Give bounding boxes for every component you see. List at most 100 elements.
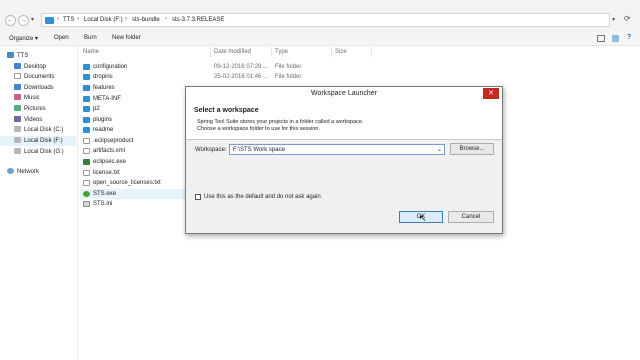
file-type: File folder — [275, 64, 302, 70]
breadcrumb-separator: › — [165, 16, 167, 22]
xml-file-icon — [83, 148, 90, 154]
network-icon — [7, 168, 14, 174]
forward-icon[interactable]: → — [18, 15, 29, 26]
file-name: readme — [93, 127, 114, 133]
help-icon[interactable]: ? — [627, 34, 631, 41]
file-date: 09-12-2016 07:29 ... — [214, 64, 269, 70]
breadcrumb-sts-bundle[interactable]: sts-bundle — [132, 17, 160, 23]
column-divider[interactable] — [371, 47, 372, 57]
address-bar[interactable]: › TTS › Local Disk (F:) › sts-bundle › s… — [41, 13, 610, 27]
music-icon — [14, 94, 21, 100]
refresh-icon[interactable]: ⟳ — [624, 14, 631, 23]
mouse-cursor-icon: ↖ — [419, 213, 427, 223]
workspace-label: Workspace: — [195, 147, 227, 153]
nav-item-local-disk-g[interactable]: Local Disk (G:) — [0, 147, 76, 157]
file-date: 25-02-2016 01:46 ... — [214, 74, 269, 80]
file-name: features — [93, 85, 115, 91]
breadcrumb-separator: › — [57, 16, 59, 22]
open-button[interactable]: Open — [54, 35, 69, 41]
folder-icon — [83, 117, 90, 123]
folder-icon — [45, 17, 54, 24]
dialog-title: Workspace Launcher — [310, 90, 378, 97]
organize-button[interactable]: Organize ▾ — [9, 35, 38, 42]
nav-item-documents[interactable]: Documents — [0, 72, 76, 82]
breadcrumb-local-disk-f[interactable]: Local Disk (F:) — [84, 17, 123, 23]
file-name: STS.ini — [93, 201, 113, 207]
browse-button[interactable]: Browse... — [450, 143, 494, 155]
default-workspace-checkbox[interactable] — [195, 194, 201, 200]
file-name: license.txt — [93, 170, 120, 176]
file-name: STS.exe — [93, 191, 117, 197]
workspace-value: F:\STS Work space — [233, 147, 285, 153]
workspace-combobox[interactable]: F:\STS Work space ⌄ — [229, 144, 445, 155]
chevron-down-icon[interactable]: ⌄ — [437, 146, 442, 153]
nav-item-desktop[interactable]: Desktop — [0, 62, 76, 72]
nav-item-label: TTS — [17, 53, 29, 59]
column-header-name[interactable]: Name — [83, 49, 99, 55]
nav-item-label: Documents — [24, 74, 55, 80]
file-name: eclipsec.exe — [93, 159, 127, 165]
nav-item-videos[interactable]: Videos — [0, 115, 76, 125]
drive-icon — [14, 126, 21, 132]
videos-icon — [14, 116, 21, 122]
file-row[interactable]: STS.exe — [80, 189, 185, 199]
file-name: configuration — [93, 64, 128, 70]
file-name: dropins — [93, 74, 113, 80]
back-icon[interactable]: ← — [5, 15, 16, 26]
column-header-size[interactable]: Size — [335, 49, 347, 55]
address-dropdown-icon[interactable]: ▾ — [612, 16, 615, 23]
breadcrumb-separator: › — [125, 16, 127, 22]
text-file-icon — [83, 170, 90, 176]
column-divider[interactable] — [210, 47, 211, 57]
nav-item-label: Downloads — [24, 85, 54, 91]
folder-icon — [83, 127, 90, 133]
folder-icon — [83, 106, 90, 112]
nav-item-downloads[interactable]: Downloads — [0, 83, 76, 93]
column-header-date-modified[interactable]: Date modified — [214, 49, 251, 55]
computer-icon — [7, 52, 14, 58]
file-row[interactable]: dropins 25-02-2016 01:46 ... File folder — [80, 72, 380, 82]
file-name: META-INF — [93, 96, 121, 102]
downloads-icon — [14, 84, 21, 90]
nav-item-local-disk-f[interactable]: Local Disk (F:) — [0, 136, 76, 146]
file-name: .eclipseproduct — [93, 138, 134, 144]
preview-pane-icon[interactable] — [612, 35, 619, 42]
breadcrumb-sts-release[interactable]: sts-3.7.3.RELEASE — [172, 17, 224, 23]
file-name: plugins — [93, 117, 113, 123]
nav-item-local-disk-c[interactable]: Local Disk (C:) — [0, 125, 76, 135]
drive-icon — [14, 148, 21, 154]
workspace-launcher-dialog: Workspace Launcher ✕ Select a workspace … — [185, 86, 503, 234]
cancel-button[interactable]: Cancel — [448, 211, 494, 223]
burn-button[interactable]: Burn — [84, 35, 97, 41]
nav-item-label: Local Disk (F:) — [24, 138, 63, 144]
folder-icon — [83, 74, 90, 80]
settings-file-icon — [83, 201, 90, 207]
file-name: artifacts.xml — [93, 148, 126, 154]
file-name: open_source_licenses.txt — [93, 180, 161, 186]
documents-icon — [14, 73, 21, 79]
close-icon[interactable]: ✕ — [483, 88, 499, 99]
command-bar: Organize ▾ Open Burn New folder ? — [0, 32, 640, 46]
dialog-titlebar[interactable]: Workspace Launcher ✕ — [186, 87, 502, 102]
nav-item-network[interactable]: Network — [0, 167, 76, 177]
nav-item-music[interactable]: Music — [0, 93, 76, 103]
column-divider[interactable] — [331, 47, 332, 57]
change-view-icon[interactable] — [597, 35, 605, 42]
dialog-description-line-1: Spring Tool Suite stores your projects i… — [197, 119, 364, 125]
nav-item-this-pc[interactable]: TTS — [0, 51, 76, 61]
navigation-pane: TTS Desktop Documents Downloads Music Pi… — [0, 46, 78, 360]
nav-item-pictures[interactable]: Pictures — [0, 104, 76, 114]
folder-icon — [83, 96, 90, 102]
nav-item-label: Desktop — [24, 64, 47, 70]
breadcrumb-separator: › — [77, 16, 79, 22]
nav-item-label: Videos — [24, 117, 43, 123]
recent-locations-icon[interactable]: ▾ — [31, 16, 34, 23]
column-header-type[interactable]: Type — [275, 49, 288, 55]
column-divider[interactable] — [271, 47, 272, 57]
default-workspace-label: Use this as the default and do not ask a… — [204, 194, 321, 200]
nav-item-label: Network — [17, 169, 40, 175]
file-row[interactable]: configuration 09-12-2016 07:29 ... File … — [80, 62, 380, 72]
new-folder-button[interactable]: New folder — [112, 35, 141, 41]
breadcrumb-tts[interactable]: TTS — [63, 17, 74, 23]
folder-icon — [83, 85, 90, 91]
